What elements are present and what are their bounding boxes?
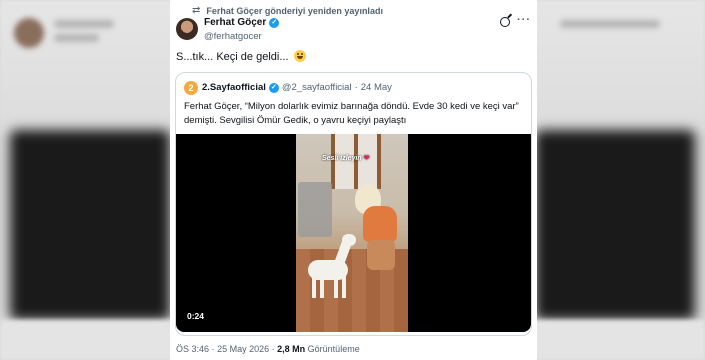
video-chair: [298, 182, 332, 237]
tweet-date[interactable]: 25 May 2026: [217, 344, 269, 354]
views-label: Görüntüleme: [307, 344, 360, 354]
quote-header: 2.Sayfaofficial ✓ @2_sayfaofficial · 24 …: [202, 82, 392, 93]
quote-author-handle: @2_sayfaofficial: [281, 82, 352, 93]
goat-leg: [320, 276, 324, 298]
repost-text: Ferhat Göçer gönderiyi yeniden yayınladı: [206, 5, 383, 16]
background-blur-line: [560, 20, 660, 28]
video-frame: Sesli izleyin ❤: [296, 134, 408, 332]
goat-head: [342, 234, 356, 246]
goat-leg: [334, 276, 338, 298]
author-name-row[interactable]: Ferhat Göçer ✓: [204, 17, 280, 28]
grok-icon[interactable]: [500, 17, 510, 27]
background-blur-dark-right: [535, 130, 695, 320]
grinning-face-emoji-icon: [293, 50, 306, 62]
tweet-time[interactable]: ÖS 3:46: [176, 344, 209, 354]
heart-icon: ❤: [363, 155, 370, 162]
quote-text: Ferhat Göçer, “Milyon dolarlık evimiz ba…: [184, 101, 519, 126]
quoted-tweet[interactable]: 2 2.Sayfaofficial ✓ @2_sayfaofficial · 2…: [175, 72, 532, 336]
meta-separator: ·: [211, 344, 215, 354]
verified-badge-icon: ✓: [268, 82, 279, 93]
quote-avatar[interactable]: 2: [184, 81, 198, 95]
background-blur-line: [54, 34, 99, 42]
views-count: 2,8 Mn: [277, 344, 306, 354]
background-blur-dark-left: [10, 130, 170, 320]
quote-date[interactable]: 24 May: [361, 82, 392, 93]
background-blur-avatar: [14, 18, 44, 48]
goat-leg: [312, 276, 316, 298]
tweet-meta: ÖS 3:46 · 25 May 2026 · 2,8 Mn Görüntüle…: [176, 344, 360, 354]
tweet-text-content: S...tık... Keçi de geldi...: [176, 51, 289, 63]
video-player[interactable]: Sesli izleyin ❤ 0:24: [176, 134, 531, 332]
repost-icon: ⇄: [192, 5, 201, 16]
author-info[interactable]: Ferhat Göçer ✓ @ferhatgocer: [204, 17, 280, 42]
repost-indicator[interactable]: ⇄ Ferhat Göçer gönderiyi yeniden yayınla…: [192, 5, 383, 16]
verified-badge-icon: ✓: [269, 17, 280, 28]
avatar[interactable]: [176, 18, 198, 40]
meta-separator: ·: [271, 344, 275, 354]
video-person-body: [363, 206, 397, 242]
tweet-card[interactable]: ⇄ Ferhat Göçer gönderiyi yeniden yayınla…: [170, 0, 537, 360]
background-blur-line: [54, 20, 114, 28]
video-goat: [308, 234, 360, 300]
goat-leg: [342, 276, 346, 298]
quote-separator: ·: [354, 82, 358, 93]
author-handle[interactable]: @ferhatgocer: [204, 31, 279, 42]
video-overlay-caption-text: Sesli izleyin: [322, 155, 362, 162]
tweet-text: S...tık... Keçi de geldi...: [176, 50, 306, 63]
video-duration: 0:24: [187, 311, 205, 321]
quote-author-name[interactable]: 2.Sayfaofficial: [202, 82, 266, 93]
more-options-icon[interactable]: ···: [517, 14, 531, 26]
video-overlay-caption: Sesli izleyin ❤: [322, 154, 370, 162]
video-person-legs: [367, 240, 395, 270]
author-name[interactable]: Ferhat Göçer: [204, 17, 266, 28]
